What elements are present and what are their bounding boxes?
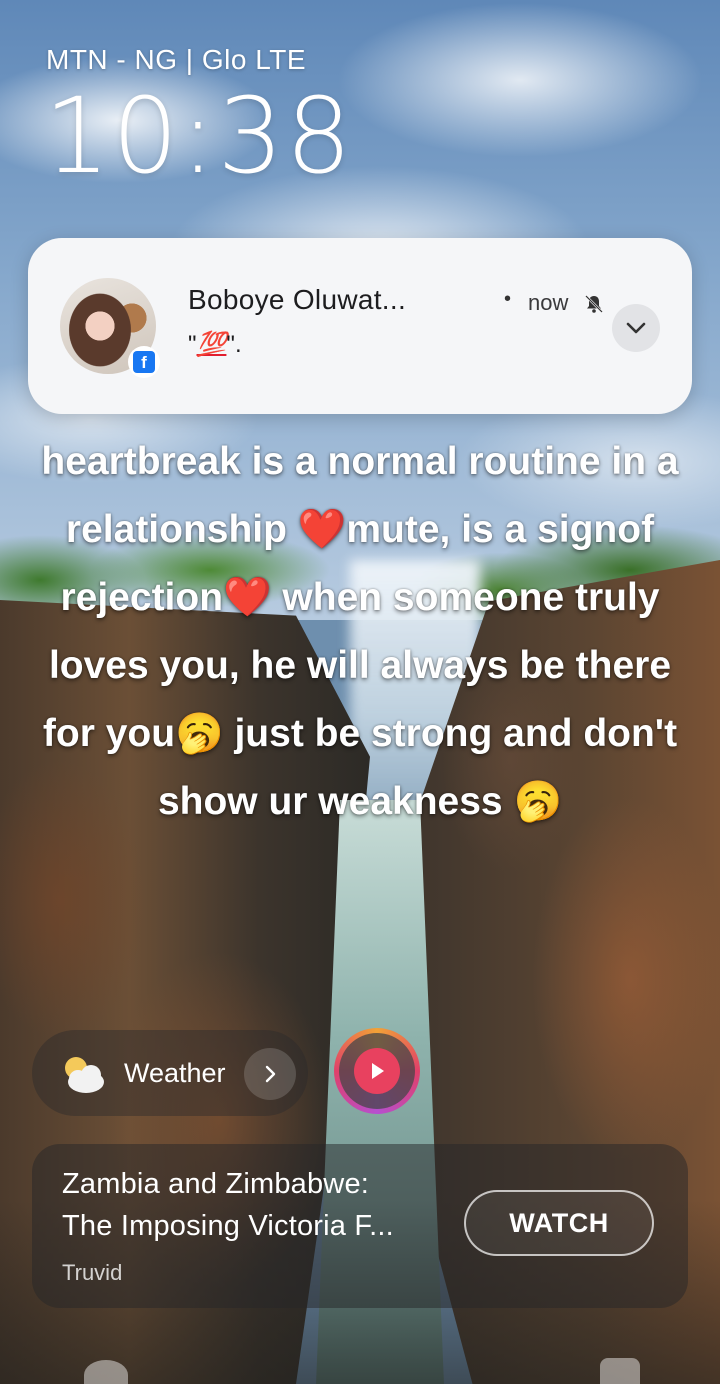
wallpaper-caption: heartbreak is a normal routine in a rela… — [41, 440, 679, 823]
play-disc — [354, 1048, 400, 1094]
play-button[interactable] — [334, 1028, 420, 1114]
expand-notification-button[interactable] — [612, 304, 660, 352]
camera-shortcut-icon[interactable] — [600, 1358, 640, 1384]
chevron-down-icon — [626, 322, 646, 334]
message-quote-open: " — [188, 331, 197, 358]
flashlight-shortcut-icon[interactable] — [84, 1360, 128, 1384]
video-card[interactable]: Zambia and Zimbabwe: The Imposing Victor… — [32, 1144, 688, 1308]
lock-screen: MTN - NG | Glo LTE 10:38 f Boboye Oluwat… — [0, 0, 720, 1384]
play-button-inner — [339, 1033, 415, 1109]
weather-open-button[interactable] — [244, 1048, 296, 1100]
notification-card[interactable]: f Boboye Oluwat... • now "💯". — [28, 238, 692, 414]
partly-cloudy-icon — [65, 1057, 104, 1093]
message-quote-close: ". — [226, 331, 242, 358]
weather-label: Weather — [124, 1058, 226, 1088]
chevron-right-icon — [265, 1065, 276, 1083]
play-icon — [372, 1063, 384, 1079]
notification-separator: • — [504, 288, 512, 310]
video-title-line-2: The Imposing Victoria F... — [62, 1210, 394, 1242]
video-title-line-1: Zambia and Zimbabwe: — [62, 1168, 370, 1200]
notification-message: "💯". — [188, 330, 242, 359]
watch-button[interactable]: WATCH — [464, 1190, 654, 1256]
lock-clock[interactable]: 10:38 — [44, 84, 354, 188]
weather-widget[interactable]: Weather — [32, 1030, 308, 1116]
hundred-points-emoji: 💯 — [196, 331, 227, 358]
notification-time: now — [528, 290, 569, 315]
video-source: Truvid — [62, 1260, 123, 1285]
bell-muted-icon — [585, 295, 603, 313]
notification-sender: Boboye Oluwat... — [188, 284, 407, 315]
carrier-label: MTN - NG | Glo LTE — [46, 44, 306, 75]
facebook-icon: f — [128, 346, 160, 378]
